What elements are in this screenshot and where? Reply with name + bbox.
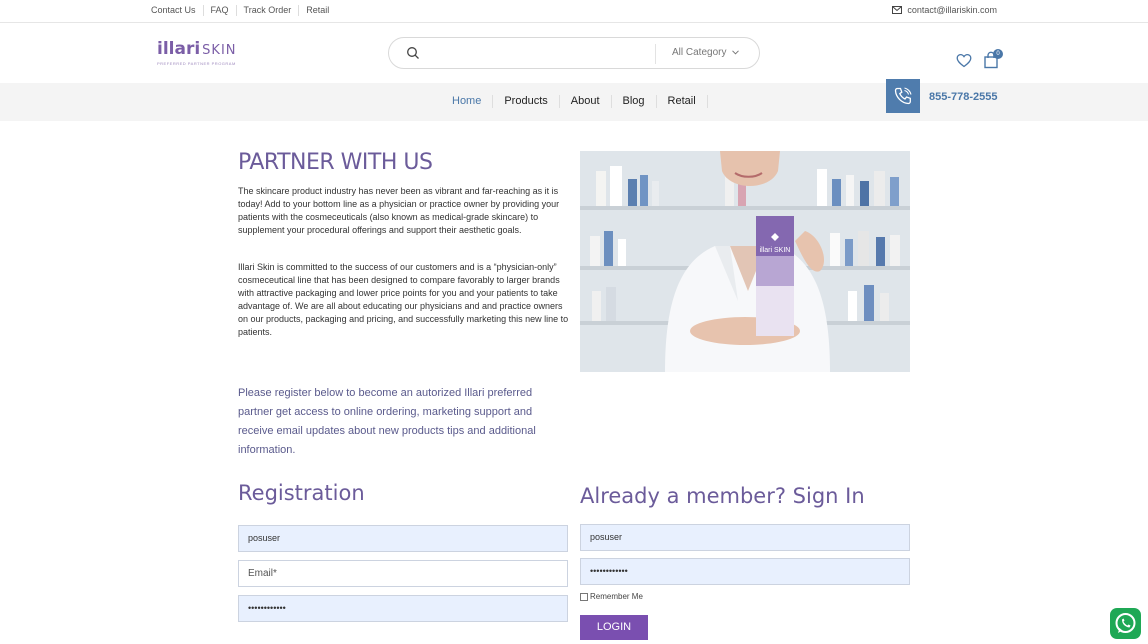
top-link-track-order[interactable]: Track Order [235,5,299,16]
nav-item-products[interactable]: Products [493,95,560,108]
top-link-faq[interactable]: FAQ [202,5,236,16]
site-logo[interactable]: illari SKIN PREFERRED PARTNER PROGRAM [157,39,237,66]
nav-item-about[interactable]: About [560,95,612,108]
category-label: All Category [672,47,727,58]
signin-title: Already a member? Sign In [580,484,865,508]
register-invite-text: Please register below to become an autor… [238,387,536,456]
top-link-contact-us[interactable]: Contact Us [151,5,203,16]
hero-image: illari SKIN [580,151,910,372]
top-bar: Contact Us FAQ Track Order Retail contac… [0,0,1148,23]
intro-paragraph: The skincare product industry has never … [238,186,560,235]
registration-username-field[interactable]: posuser [238,525,568,552]
top-email-text: contact@illariskin.com [907,5,997,15]
nav-item-retail[interactable]: Retail [657,95,708,108]
search-input[interactable] [429,44,634,62]
registration-email-field[interactable]: Email* [238,560,568,587]
top-links: Contact Us FAQ Track Order Retail [151,5,336,16]
logo-wordmark: illari SKIN [157,39,237,59]
product-box-logo: illari SKIN [760,247,791,254]
remember-me: Remember Me [580,592,643,601]
registration-title: Registration [238,481,365,505]
chevron-down-icon [732,50,740,55]
search-divider [655,44,656,64]
search-icon[interactable] [406,46,420,60]
search-bar: All Category [388,37,760,69]
page-title: PARTNER WITH US [238,150,433,175]
whatsapp-icon [1115,613,1136,633]
top-link-retail[interactable]: Retail [298,5,336,16]
heart-icon[interactable] [956,53,972,68]
cart-count-badge: 0 [993,49,1003,59]
mail-icon [892,6,903,14]
phone-number[interactable]: 855-778-2555 [929,91,998,103]
category-select[interactable]: All Category [672,47,740,58]
nav-item-home[interactable]: Home [441,95,494,108]
nav-items: Home Products About Blog Retail [441,95,708,108]
site-header: illari SKIN PREFERRED PARTNER PROGRAM All… [0,23,1148,83]
whatsapp-button[interactable] [1110,608,1141,639]
phone-icon [894,87,912,105]
remember-me-checkbox[interactable] [580,592,588,601]
remember-me-label: Remember Me [590,592,643,601]
registration-password-field[interactable]: •••••••••••• [238,595,568,622]
logo-tagline: PREFERRED PARTNER PROGRAM [157,61,236,66]
signin-password-field[interactable]: •••••••••••• [580,558,910,585]
nav-item-blog[interactable]: Blog [612,95,657,108]
top-email-link[interactable]: contact@illariskin.com [892,5,997,15]
phone-icon-box[interactable] [886,79,920,113]
login-button[interactable]: LOGIN [580,615,648,640]
commitment-paragraph: Illari Skin is committed to the success … [238,262,569,337]
signin-username-field[interactable]: posuser [580,524,910,551]
